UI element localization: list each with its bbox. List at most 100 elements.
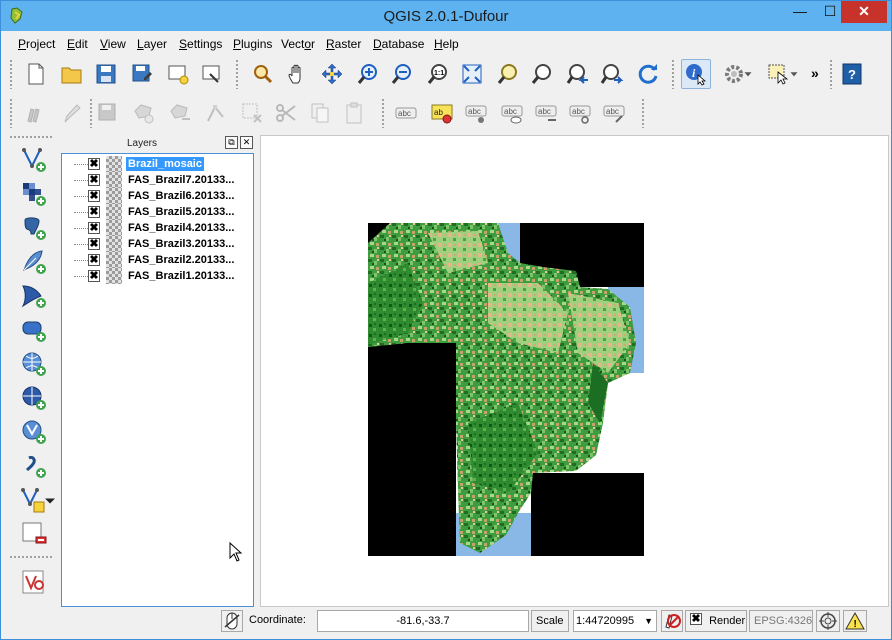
add-raster-layer-button[interactable] — [19, 179, 49, 209]
help-contents-button[interactable]: ? — [837, 59, 867, 89]
new-project-button[interactable] — [21, 59, 51, 89]
save-project-button[interactable] — [91, 59, 121, 89]
title-bar[interactable]: QGIS 2.0.1-Dufour — ☐ ✕ — [1, 1, 891, 31]
close-button[interactable]: ✕ — [841, 1, 887, 23]
add-oracle-layer-button[interactable] — [19, 315, 49, 345]
layer-visibility-checkbox[interactable]: ✖ — [88, 174, 100, 186]
add-vector-layer-button[interactable] — [19, 145, 49, 175]
menu-vector[interactable]: Vector — [281, 37, 315, 51]
scale-combobox[interactable]: 1:44720995 ▼ — [573, 610, 657, 632]
toolbar-grip[interactable] — [9, 555, 53, 559]
toolbar-grip[interactable] — [671, 59, 675, 89]
oracle-spatial-georaster-button[interactable] — [19, 567, 49, 597]
layer-visibility-checkbox[interactable]: ✖ — [88, 158, 100, 170]
layer-visibility-checkbox[interactable]: ✖ — [88, 270, 100, 282]
layer-item[interactable]: ✖ FAS_Brazil4.20133... — [64, 220, 250, 236]
menu-plugins[interactable]: Plugins — [233, 37, 272, 51]
add-wfs-layer-button[interactable] — [19, 417, 49, 447]
zoom-full-button[interactable] — [457, 59, 487, 89]
toolbar-grip[interactable] — [381, 98, 385, 128]
coordinate-field[interactable]: -81.6,-33.7 — [317, 610, 529, 632]
layer-visibility-checkbox[interactable]: ✖ — [88, 254, 100, 266]
delete-selected-button[interactable] — [237, 98, 267, 128]
crs-projection-button[interactable] — [816, 610, 840, 632]
layers-panel-header[interactable]: Layers ⧉ ✕ — [61, 135, 257, 153]
layer-item[interactable]: ✖ FAS_Brazil3.20133... — [64, 236, 250, 252]
label-tool-button[interactable]: abc — [391, 98, 421, 128]
layer-item[interactable]: ✖ FAS_Brazil6.20133... — [64, 188, 250, 204]
pan-to-selection-arrows-button[interactable] — [317, 59, 347, 89]
toolbar-grip[interactable] — [9, 59, 13, 89]
select-dropdown-arrow[interactable] — [787, 59, 801, 89]
move-feature-button[interactable] — [165, 98, 195, 128]
close-panel-button[interactable]: ✕ — [240, 136, 253, 149]
change-label-button[interactable]: abc — [599, 98, 629, 128]
toolbar-overflow-button[interactable]: » — [811, 65, 819, 81]
layer-visibility-checkbox[interactable]: ✖ — [88, 190, 100, 202]
toolbar-grip[interactable] — [641, 98, 645, 128]
refresh-button[interactable] — [633, 59, 663, 89]
menu-project[interactable]: Project — [18, 37, 55, 51]
show-hide-labels-button[interactable]: abc — [497, 98, 527, 128]
zoom-to-selection-button[interactable] — [493, 59, 523, 89]
toggle-extents-button[interactable] — [221, 610, 243, 632]
pin-labels-button[interactable]: abc — [461, 98, 491, 128]
add-postgis-layer-button[interactable] — [19, 213, 49, 243]
stop-render-button[interactable] — [661, 610, 683, 632]
new-print-composer-button[interactable] — [163, 59, 193, 89]
zoom-next-button[interactable] — [597, 59, 627, 89]
layer-visibility-checkbox[interactable]: ✖ — [88, 206, 100, 218]
messages-button[interactable]: ! — [843, 610, 867, 632]
crs-status-button[interactable]: EPSG:4326 — [749, 610, 813, 632]
layer-visibility-checkbox[interactable]: ✖ — [88, 222, 100, 234]
pan-map-button[interactable] — [283, 59, 313, 89]
move-label-button[interactable]: abc — [531, 98, 561, 128]
node-tool-button[interactable] — [201, 98, 231, 128]
paste-features-button[interactable] — [339, 98, 369, 128]
minimize-button[interactable]: — — [785, 1, 815, 23]
identify-features-button[interactable]: i — [681, 59, 711, 89]
menu-layer[interactable]: Layer — [137, 37, 167, 51]
toolbar-grip[interactable] — [829, 59, 833, 89]
copy-features-button[interactable] — [305, 98, 335, 128]
layer-item[interactable]: ✖ FAS_Brazil7.20133... — [64, 172, 250, 188]
float-panel-button[interactable]: ⧉ — [225, 136, 238, 149]
save-layer-edits-button[interactable] — [93, 98, 123, 128]
add-delimited-text-layer-button[interactable] — [19, 451, 49, 481]
add-feature-button[interactable] — [129, 98, 159, 128]
remove-layer-button[interactable] — [19, 519, 49, 549]
add-wms-layer-button[interactable] — [19, 349, 49, 379]
add-wcs-layer-button[interactable] — [19, 383, 49, 413]
zoom-in-button[interactable] — [353, 59, 383, 89]
action-dropdown-arrow[interactable] — [741, 59, 755, 89]
layer-item[interactable]: ✖ FAS_Brazil5.20133... — [64, 204, 250, 220]
zoom-last-button[interactable] — [563, 59, 593, 89]
pan-to-selection-button[interactable] — [247, 59, 277, 89]
open-project-button[interactable] — [57, 59, 87, 89]
map-canvas[interactable] — [260, 135, 889, 607]
toolbar-grip[interactable] — [235, 59, 239, 89]
composer-manager-button[interactable] — [197, 59, 227, 89]
current-edits-button[interactable] — [21, 98, 51, 128]
add-mssql-layer-button[interactable] — [19, 281, 49, 311]
zoom-to-layer-button[interactable] — [527, 59, 557, 89]
cut-features-button[interactable] — [271, 98, 301, 128]
menu-view[interactable]: View — [100, 37, 126, 51]
zoom-actual-size-button[interactable]: 1:1 — [423, 59, 453, 89]
save-as-button[interactable] — [127, 59, 157, 89]
menu-database[interactable]: Database — [373, 37, 424, 51]
toolbar-grip[interactable] — [9, 135, 53, 139]
menu-edit[interactable]: Edit — [67, 37, 88, 51]
render-checkbox[interactable]: ✖ — [690, 613, 702, 625]
layer-visibility-checkbox[interactable]: ✖ — [88, 238, 100, 250]
layer-item[interactable]: ✖ FAS_Brazil2.20133... — [64, 252, 250, 268]
layer-labeling-options-button[interactable]: ab — [427, 98, 457, 128]
toggle-editing-button[interactable] — [57, 98, 87, 128]
render-toggle[interactable]: ✖ Render — [685, 610, 747, 632]
menu-help[interactable]: Help — [434, 37, 459, 51]
zoom-out-button[interactable] — [387, 59, 417, 89]
toolbar-grip[interactable] — [9, 98, 13, 128]
add-spatialite-layer-button[interactable] — [19, 247, 49, 277]
layer-item[interactable]: ✖ Brazil_mosaic — [64, 156, 250, 172]
menu-raster[interactable]: Raster — [326, 37, 361, 51]
